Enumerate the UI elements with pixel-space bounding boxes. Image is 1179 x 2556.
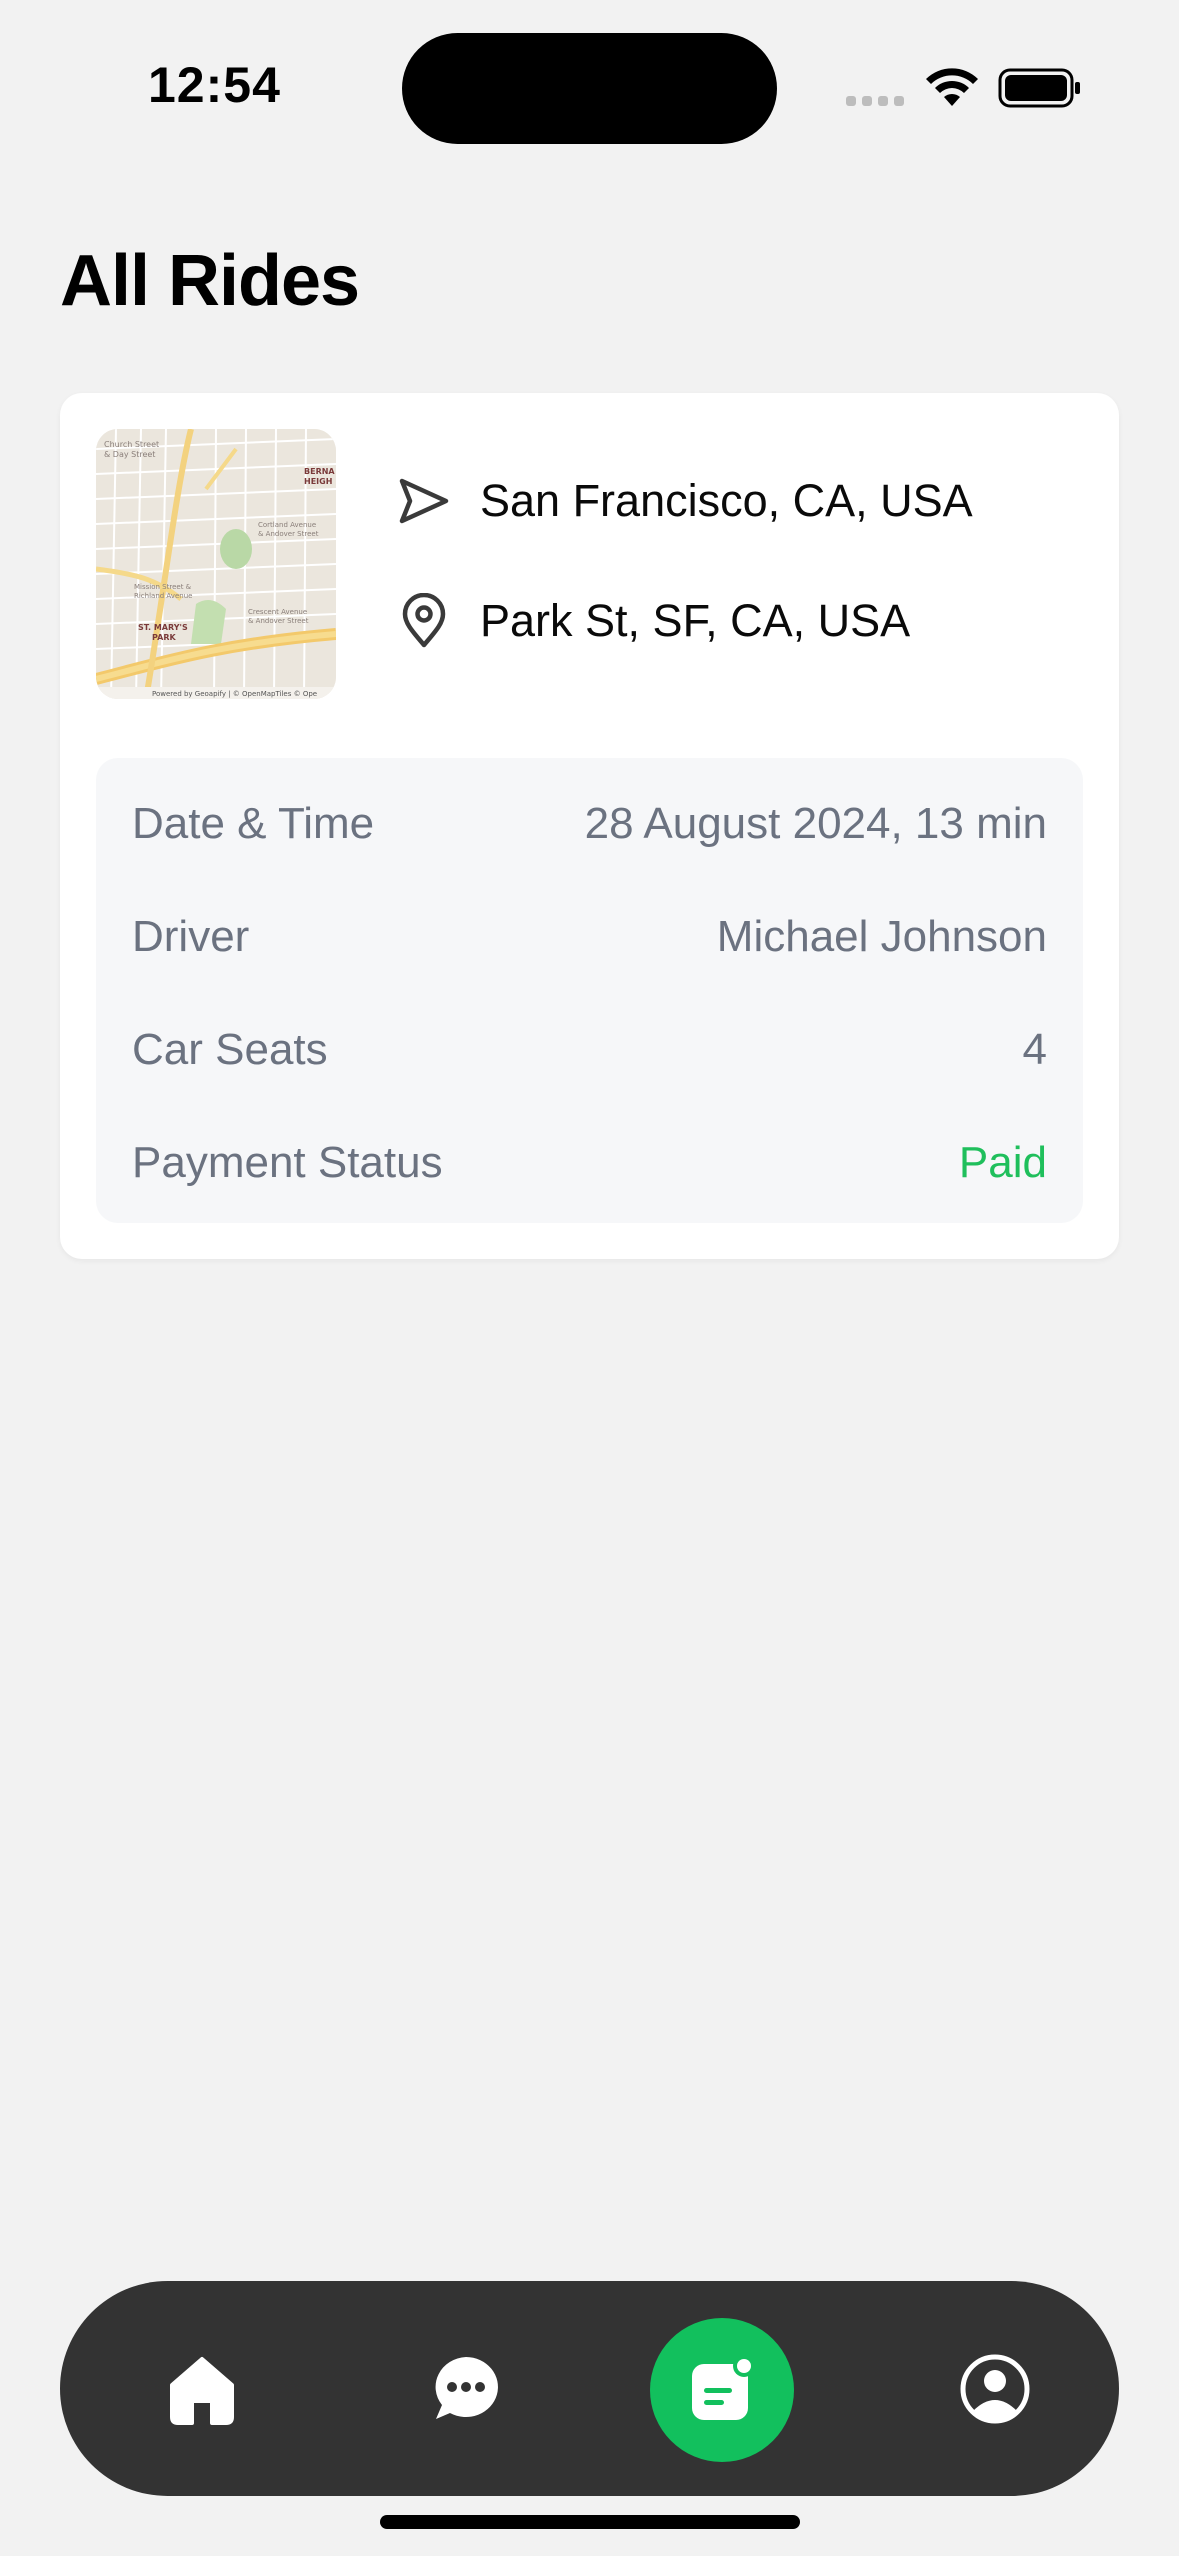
- svg-text:Richland Avenue: Richland Avenue: [134, 592, 192, 600]
- dynamic-island: [402, 33, 777, 144]
- detail-row-date-time: Date & Time 28 August 2024, 13 min: [132, 794, 1047, 854]
- svg-text:& Andover Street: & Andover Street: [248, 617, 309, 625]
- detail-row-car-seats: Car Seats 4: [132, 1020, 1047, 1080]
- ride-card[interactable]: Church Street & Day Street BERNA HEIGH C…: [60, 393, 1119, 1259]
- wifi-icon: [926, 68, 978, 106]
- detail-row-payment-status: Payment Status Paid: [132, 1133, 1047, 1193]
- cellular-signal-icon: [846, 96, 904, 106]
- svg-text:Powered by Geoapify | © OpenMa: Powered by Geoapify | © OpenMapTiles © O…: [152, 690, 317, 698]
- svg-text:BERNA: BERNA: [304, 467, 335, 476]
- detail-label: Payment Status: [132, 1138, 443, 1187]
- detail-label: Driver: [132, 912, 250, 961]
- tab-chat[interactable]: [416, 2281, 516, 2496]
- dropoff-location: Park St, SF, CA, USA: [396, 593, 910, 649]
- svg-text:PARK: PARK: [152, 633, 176, 642]
- detail-row-driver: Driver Michael Johnson: [132, 907, 1047, 967]
- rides-icon: [692, 2355, 755, 2420]
- ride-details: Date & Time 28 August 2024, 13 min Drive…: [96, 758, 1083, 1223]
- svg-text:& Day Street: & Day Street: [104, 450, 155, 459]
- svg-text:HEIGH: HEIGH: [304, 477, 332, 486]
- svg-text:& Andover Street: & Andover Street: [258, 530, 319, 538]
- detail-label: Car Seats: [132, 1025, 328, 1074]
- profile-icon: [960, 2354, 1030, 2423]
- detail-value: 4: [1022, 1025, 1047, 1074]
- svg-text:Cortland Avenue: Cortland Avenue: [258, 521, 316, 529]
- chat-icon: [435, 2356, 498, 2419]
- detail-value: Michael Johnson: [716, 912, 1047, 961]
- tab-rides[interactable]: [650, 2318, 794, 2462]
- detail-value: 28 August 2024, 13 min: [584, 799, 1047, 848]
- status-bar: 12:54: [0, 0, 1179, 170]
- route-map-thumbnail: Church Street & Day Street BERNA HEIGH C…: [96, 429, 336, 699]
- page-title: All Rides: [60, 241, 360, 321]
- navigation-arrow-icon: [396, 473, 452, 529]
- svg-text:Church Street: Church Street: [104, 440, 159, 449]
- payment-status-badge: Paid: [958, 1138, 1047, 1187]
- bottom-tab-bar: [60, 2281, 1119, 2496]
- svg-text:Crescent Avenue: Crescent Avenue: [248, 608, 307, 616]
- svg-text:Mission Street &: Mission Street &: [134, 583, 192, 591]
- map-pin-icon: [396, 593, 452, 649]
- status-time: 12:54: [148, 57, 281, 113]
- battery-icon: [998, 68, 1080, 108]
- detail-label: Date & Time: [132, 799, 375, 848]
- home-indicator[interactable]: [380, 2515, 800, 2529]
- tab-profile[interactable]: [945, 2281, 1045, 2496]
- pickup-location: San Francisco, CA, USA: [396, 473, 973, 529]
- dropoff-address: Park St, SF, CA, USA: [480, 595, 911, 646]
- svg-text:ST. MARY'S: ST. MARY'S: [138, 623, 188, 632]
- home-icon: [170, 2356, 234, 2425]
- pickup-address: San Francisco, CA, USA: [480, 475, 973, 526]
- tab-home[interactable]: [152, 2281, 252, 2496]
